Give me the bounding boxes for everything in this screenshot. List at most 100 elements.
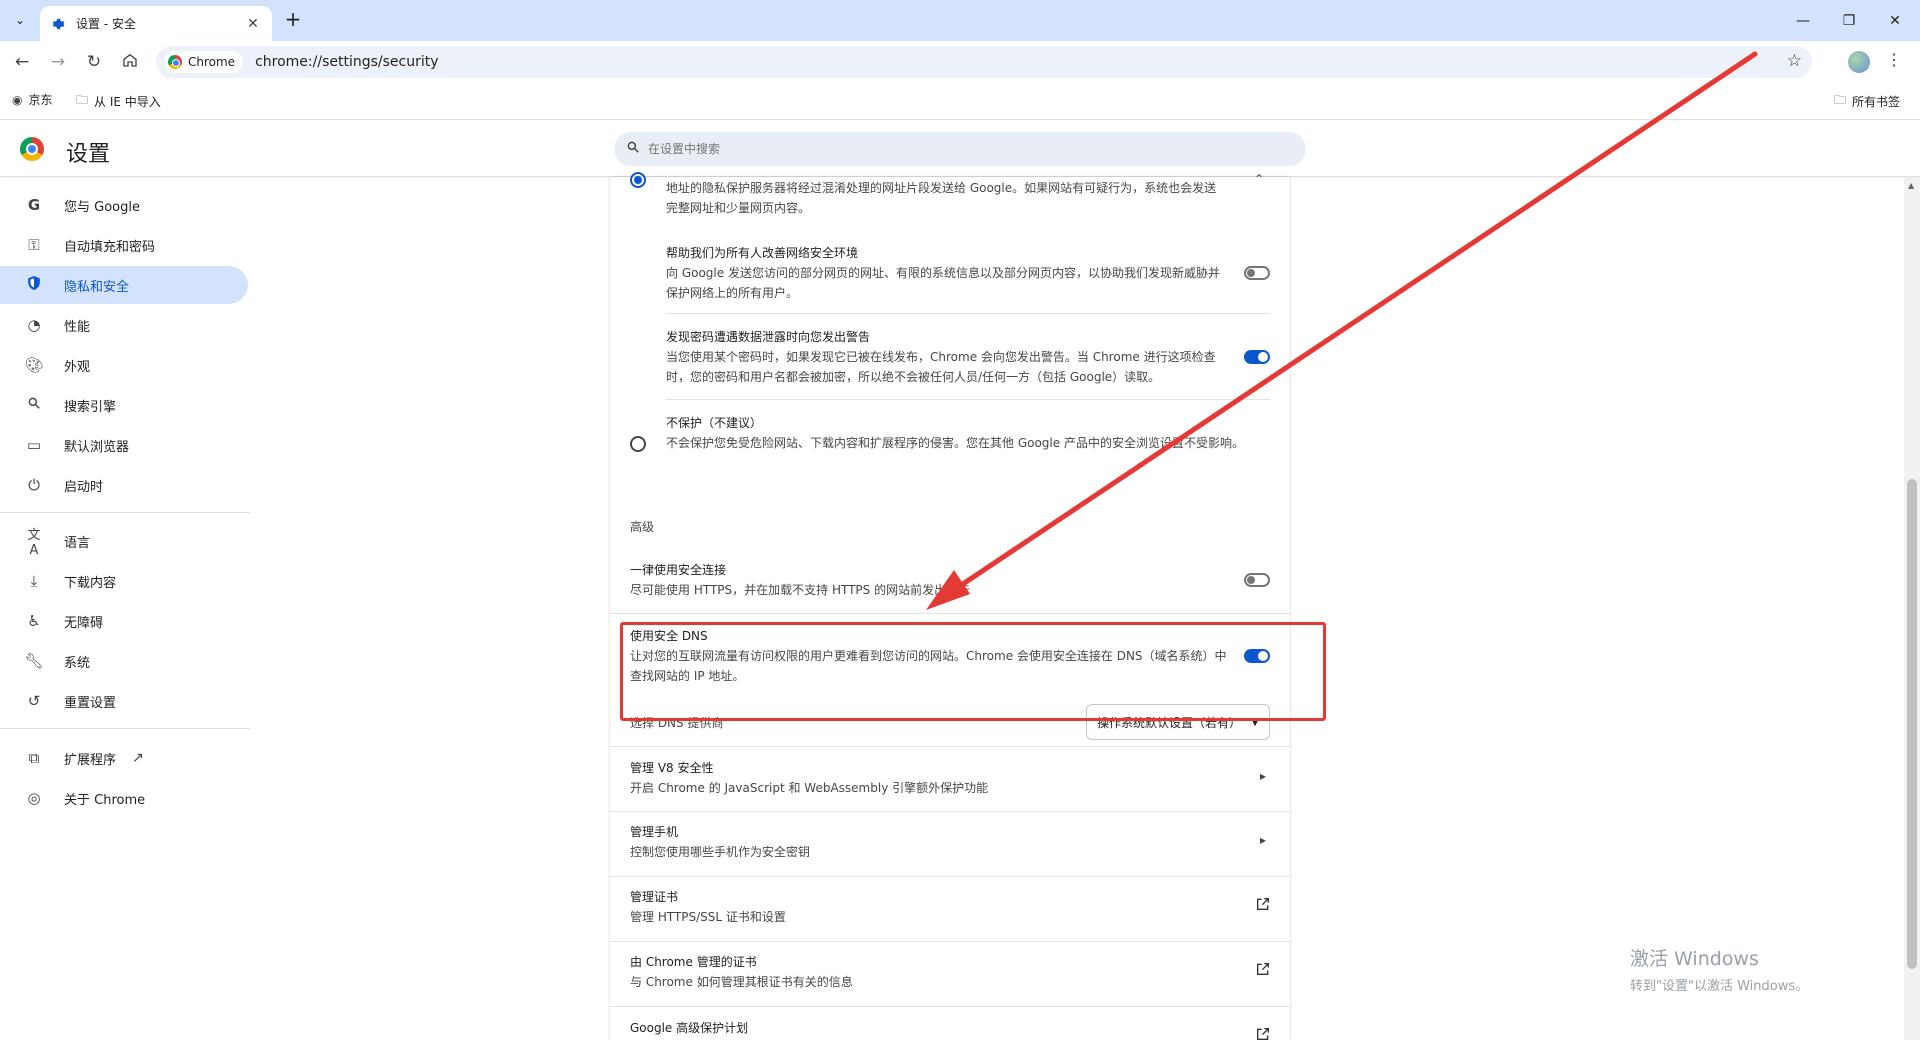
sidebar-item-appearance[interactable]: 🎨︎ 外观	[0, 346, 248, 384]
annotation-highlight-box	[620, 622, 1326, 721]
manage-phones-title: 管理手机	[630, 825, 679, 839]
sidebar-item-search-engine[interactable]: 搜索引擎	[0, 386, 248, 424]
help-improve-toggle[interactable]	[1244, 266, 1270, 280]
page-scrollbar[interactable]: ▲	[1904, 177, 1920, 1040]
sidebar-item-label: 扩展程序	[64, 752, 117, 768]
bookmark-label: 京东	[28, 93, 53, 107]
power-icon: ⏻	[28, 476, 40, 494]
chevron-down-icon: ⌄	[14, 13, 26, 27]
sidebar-item-languages[interactable]: 文A 语言	[0, 522, 248, 560]
more-menu-icon[interactable]: ⋮	[1886, 50, 1902, 69]
no-protection-radio[interactable]	[630, 436, 646, 452]
watermark-line2: 转到"设置"以激活 Windows。	[1630, 979, 1809, 994]
search-icon	[24, 396, 44, 414]
reload-button[interactable]: ↻	[80, 48, 108, 76]
folder-icon: 🗀	[1834, 93, 1847, 107]
sidebar-item-label: 默认浏览器	[64, 439, 130, 455]
v8-security-description: 开启 Chrome 的 JavaScript 和 WebAssembly 引擎额…	[630, 781, 989, 795]
sidebar-item-extensions[interactable]: ⧉ 扩展程序 ↗	[0, 739, 248, 777]
profile-avatar[interactable]	[1848, 51, 1870, 73]
sidebar-item-reset[interactable]: ↺ 重置设置	[0, 682, 248, 720]
scroll-up-arrow-icon[interactable]: ▲	[1908, 181, 1914, 190]
chrome-icon	[168, 55, 182, 69]
sidebar-item-label: 搜索引擎	[64, 399, 117, 415]
all-bookmarks-button[interactable]: 🗀 所有书签	[1834, 91, 1900, 112]
divider	[666, 313, 1270, 314]
forward-button[interactable]: →	[44, 48, 72, 76]
advanced-protection-title: Google 高级保护计划	[630, 1021, 749, 1035]
external-link-icon: ↗	[132, 750, 144, 766]
watermark-line1: 激活 Windows	[1630, 948, 1759, 970]
search-icon	[626, 140, 640, 158]
divider	[610, 876, 1290, 877]
external-link-icon[interactable]	[1255, 896, 1271, 916]
scrollbar-thumb[interactable]	[1907, 479, 1917, 969]
bookmark-label: 从 IE 中导入	[94, 95, 161, 109]
sidebar-item-default-browser[interactable]: ▭ 默认浏览器	[0, 426, 248, 464]
bookmark-item[interactable]: 🗀 从 IE 中导入	[76, 91, 161, 112]
chip-label: Chrome	[188, 55, 236, 69]
new-tab-button[interactable]: +	[282, 9, 304, 31]
search-input[interactable]	[648, 142, 1248, 156]
enhanced-protection-radio[interactable]	[630, 172, 646, 188]
speedometer-icon: ◔	[27, 316, 41, 334]
chrome-certificates-title: 由 Chrome 管理的证书	[630, 955, 757, 969]
tab-search-button[interactable]: ⌄	[8, 8, 32, 32]
sidebar-item-performance[interactable]: ◔ 性能	[0, 306, 248, 344]
sidebar-item-label: 自动填充和密码	[64, 239, 156, 255]
divider	[610, 613, 1290, 614]
divider	[610, 1006, 1290, 1007]
sidebar-item-on-startup[interactable]: ⏻ 启动时	[0, 466, 248, 504]
minimize-button[interactable]: —	[1780, 0, 1826, 41]
home-button[interactable]	[116, 48, 144, 76]
password-leak-title: 发现密码遭遇数据泄露时向您发出警告	[666, 330, 871, 344]
divider	[610, 811, 1290, 812]
sidebar-item-label: 无障碍	[64, 615, 104, 631]
close-icon[interactable]: ✕	[244, 16, 262, 32]
password-leak-description: 当您使用某个密码时，如果发现它已被在线发布，Chrome 会向您发出警告。当 C…	[666, 350, 1216, 384]
sidebar-item-label: 语言	[64, 535, 91, 551]
window-close-button[interactable]: ✕	[1872, 0, 1918, 41]
sidebar-item-label: 系统	[64, 655, 91, 671]
settings-header: 设置	[0, 120, 1920, 177]
divider	[666, 399, 1270, 400]
chevron-right-icon[interactable]: ▸	[1260, 833, 1266, 847]
sidebar-item-about-chrome[interactable]: ◎ 关于 Chrome	[0, 779, 248, 817]
sidebar-item-you-and-google[interactable]: G 您与 Google	[0, 186, 248, 224]
sidebar-item-label: 关于 Chrome	[64, 792, 146, 808]
restore-button[interactable]: ❐	[1826, 0, 1872, 41]
sidebar-item-downloads[interactable]: ⤓ 下载内容	[0, 562, 248, 600]
sidebar-item-accessibility[interactable]: ♿︎ 无障碍	[0, 602, 248, 640]
chrome-logo-icon	[20, 137, 44, 161]
chevron-right-icon[interactable]: ▸	[1260, 769, 1266, 783]
bookmarks-bar: ◉ 京东 🗀 从 IE 中导入 🗀 所有书签	[0, 82, 1920, 120]
no-protection-title: 不保护（不建议）	[666, 416, 763, 430]
enhanced-protection-description: 地址的隐私保护服务器将经过混淆处理的网址片段发送给 Google。如果网站有可疑…	[666, 181, 1217, 215]
sidebar-item-label: 下载内容	[64, 575, 117, 591]
home-icon	[122, 52, 138, 73]
translate-icon: 文A	[27, 528, 41, 558]
accessibility-icon: ♿︎	[27, 612, 41, 630]
sidebar-item-label: 重置设置	[64, 695, 117, 711]
site-info-chip[interactable]: Chrome	[164, 51, 244, 73]
sidebar-item-system[interactable]: 🔧︎ 系统	[0, 642, 248, 680]
tab-settings[interactable]: 设置 - 安全 ✕	[40, 6, 272, 41]
tab-strip: ⌄ 设置 - 安全 ✕ + — ❐ ✕	[0, 0, 1920, 41]
sidebar-item-autofill[interactable]: ⚿ 自动填充和密码	[0, 226, 248, 264]
advanced-section-heading: 高级	[630, 520, 655, 534]
always-secure-title: 一律使用安全连接	[630, 563, 727, 577]
address-bar[interactable]: Chrome chrome://settings/security ☆	[156, 46, 1812, 78]
back-button[interactable]: ←	[8, 48, 36, 76]
bookmark-star-icon[interactable]: ☆	[1787, 51, 1802, 71]
sidebar-item-privacy[interactable]: 隐私和安全	[0, 266, 248, 304]
tab-title: 设置 - 安全	[76, 17, 136, 31]
always-secure-toggle[interactable]	[1244, 573, 1270, 587]
external-link-icon[interactable]	[1255, 961, 1271, 981]
shield-icon	[24, 275, 44, 295]
palette-icon: 🎨︎	[24, 356, 44, 374]
settings-search[interactable]	[614, 132, 1306, 166]
chevron-up-icon[interactable]: ⌃	[1254, 172, 1264, 186]
bookmark-item[interactable]: ◉ 京东	[12, 91, 53, 108]
external-link-icon[interactable]	[1255, 1026, 1271, 1040]
password-leak-toggle[interactable]	[1244, 350, 1270, 364]
